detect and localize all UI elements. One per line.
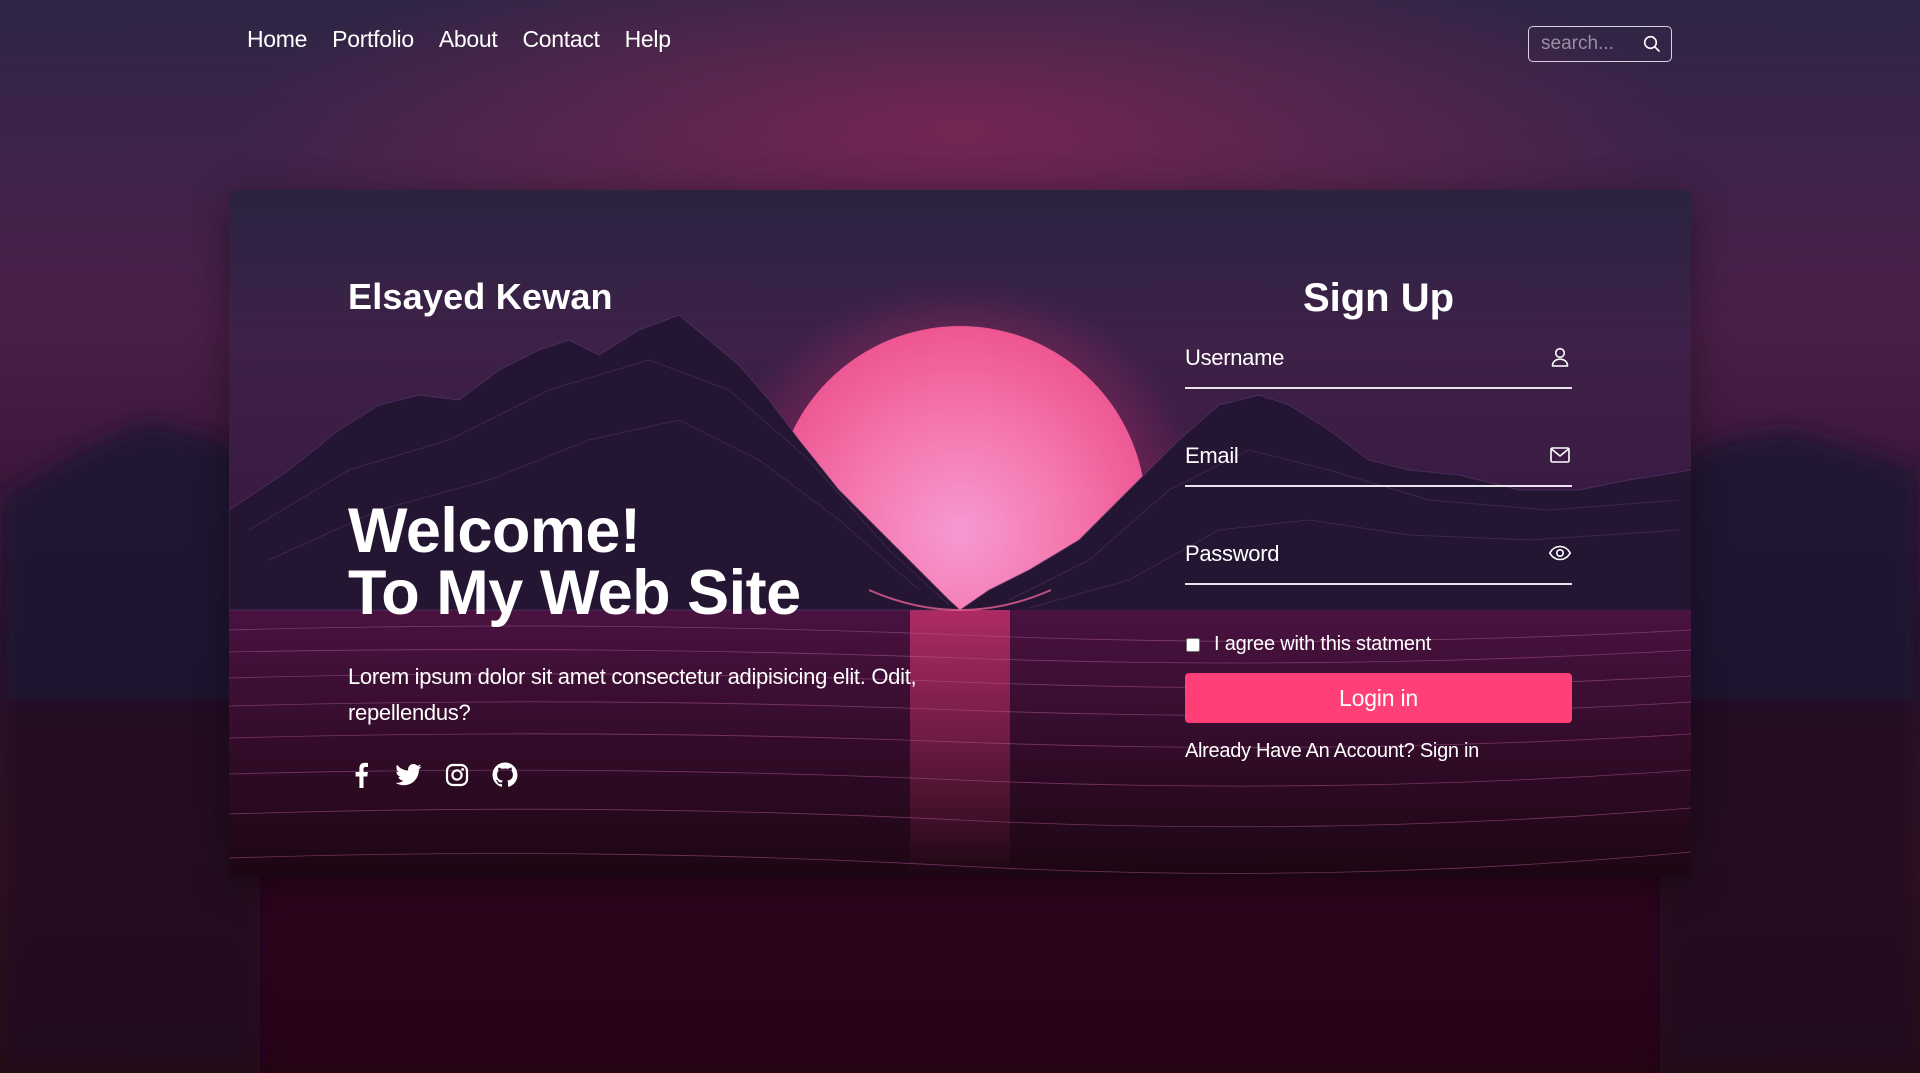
email-field [1185,437,1572,487]
password-input[interactable] [1185,541,1525,567]
welcome-line-1: Welcome! [348,496,641,566]
search-box [1528,26,1672,62]
eye-icon[interactable] [1548,541,1572,565]
user-icon [1551,347,1569,367]
hero-description: Lorem ipsum dolor sit amet consectetur a… [348,664,917,725]
agree-row: I agree with this statment [1185,633,1572,656]
hero-card: Elsayed Kewan Welcome! To My Web Site Lo… [229,190,1691,877]
signin-row: Already Have An Account? Sign in [1185,740,1572,763]
login-button[interactable]: Login in [1185,673,1572,723]
main-nav: Home Portfolio About Contact Help [247,26,696,53]
facebook-icon[interactable] [348,762,374,788]
nav-portfolio[interactable]: Portfolio [332,26,414,53]
social-links [348,762,540,788]
welcome-line-2: To My Web Site [348,558,801,628]
email-input[interactable] [1185,443,1525,469]
twitter-icon[interactable] [396,762,422,788]
nav-about[interactable]: About [439,26,498,53]
agree-checkbox[interactable] [1186,637,1200,652]
instagram-icon[interactable] [444,762,470,788]
signup-title: Sign Up [1302,276,1455,320]
agree-label: I agree with this statment [1214,633,1432,655]
username-input[interactable] [1185,345,1525,371]
github-icon[interactable] [492,762,518,788]
search-icon[interactable] [1642,34,1662,54]
signup-form: Sign Up I agree with this statm [1185,276,1572,763]
mail-icon [1550,447,1570,463]
signin-link[interactable]: Sign in [1420,740,1479,762]
password-field [1185,535,1572,585]
search-input[interactable] [1529,32,1647,56]
brand-name: Elsayed Kewan [348,276,613,317]
signin-prompt: Already Have An Account? [1185,740,1415,762]
username-field [1185,339,1572,389]
nav-home[interactable]: Home [247,26,307,53]
nav-help[interactable]: Help [625,26,671,53]
nav-contact[interactable]: Contact [522,26,599,53]
welcome-heading: Welcome! To My Web Site [348,496,801,628]
